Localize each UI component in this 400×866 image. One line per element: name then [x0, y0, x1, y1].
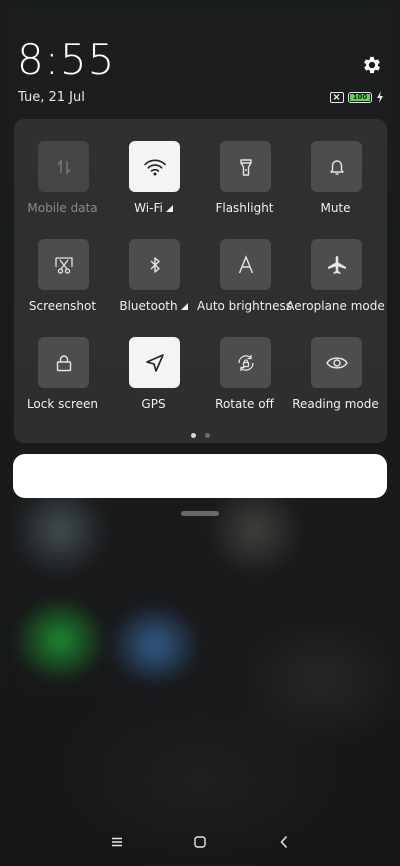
recents-button[interactable]: [105, 830, 129, 854]
tile-bluetooth: Bluetooth: [108, 217, 199, 313]
mute-label[interactable]: Mute: [284, 201, 387, 215]
aeroplane-mode-label[interactable]: Aeroplane mode: [284, 299, 387, 313]
tile-screenshot: Screenshot: [17, 217, 108, 313]
gps-label[interactable]: GPS: [102, 397, 205, 411]
bluetooth-icon: [144, 254, 166, 276]
wifi-label-text: Wi-Fi: [134, 201, 163, 215]
wifi-toggle[interactable]: [129, 141, 180, 192]
tile-aeroplane-mode: Aeroplane mode: [286, 217, 385, 313]
wifi-label[interactable]: Wi-Fi: [102, 201, 205, 215]
mobile-data-label[interactable]: Mobile data: [11, 201, 114, 215]
back-chevron-icon: [280, 835, 288, 849]
rotate-lock-icon: [235, 352, 257, 374]
charging-bolt-icon: [377, 91, 383, 103]
flashlight-icon: [235, 156, 257, 178]
auto-brightness-label-text: Auto brightness: [197, 299, 292, 313]
shade-drag-handle[interactable]: [181, 511, 219, 516]
battery-level: 100: [350, 93, 370, 101]
aeroplane-mode-toggle[interactable]: [311, 239, 362, 290]
quick-settings-panel: Mobile data Wi-Fi Flashlight Mute Screenshot…: [14, 119, 387, 443]
tile-lock-screen: Lock screen: [17, 315, 108, 411]
mobile-data-label-text: Mobile data: [27, 201, 98, 215]
page-dot[interactable]: [191, 433, 196, 438]
status-date: Tue, 21 Jul: [18, 90, 85, 105]
mobile-data-toggle[interactable]: [38, 141, 89, 192]
reading-mode-label-text: Reading mode: [292, 397, 379, 411]
bluetooth-label-text: Bluetooth: [119, 299, 178, 313]
rotate-off-label-text: Rotate off: [215, 397, 274, 411]
tile-gps: GPS: [108, 315, 199, 411]
screenshot-label[interactable]: Screenshot: [11, 299, 114, 313]
tile-reading-mode: Reading mode: [290, 315, 381, 411]
wifi-icon: [143, 157, 167, 177]
back-button[interactable]: [272, 830, 296, 854]
scissors-icon: [53, 254, 75, 276]
notification-card[interactable]: [13, 454, 387, 498]
gps-label-text: GPS: [141, 397, 166, 411]
tile-mute: Mute: [290, 119, 381, 215]
tile-flashlight: Flashlight: [199, 119, 290, 215]
auto-brightness-label[interactable]: Auto brightness: [193, 299, 296, 313]
screenshot-label-text: Screenshot: [28, 299, 97, 313]
auto-brightness-toggle[interactable]: [220, 239, 271, 290]
reading-mode-label[interactable]: Reading mode: [284, 397, 387, 411]
tile-wifi: Wi-Fi: [108, 119, 199, 215]
page-dot[interactable]: [205, 433, 210, 438]
page-indicator: [14, 433, 387, 438]
bluetooth-label[interactable]: Bluetooth: [102, 299, 205, 313]
flashlight-label[interactable]: Flashlight: [193, 201, 296, 215]
lock-screen-label-text: Lock screen: [26, 397, 99, 411]
location-arrow-icon: [144, 352, 166, 374]
expand-triangle-icon: [165, 205, 173, 212]
flashlight-label-text: Flashlight: [215, 201, 274, 215]
battery-indicator: 100: [348, 91, 372, 103]
home-button[interactable]: [188, 830, 212, 854]
bell-icon: [326, 156, 348, 178]
lock-screen-toggle[interactable]: [38, 337, 89, 388]
menu-icon: [112, 837, 122, 847]
home-square-icon: [194, 836, 206, 848]
rotate-off-toggle[interactable]: [220, 337, 271, 388]
tile-mobile-data: Mobile data: [17, 119, 108, 215]
tile-rotate-off: Rotate off: [199, 315, 290, 411]
mute-label-text: Mute: [320, 201, 351, 215]
aeroplane-mode-label-text: Aeroplane mode: [286, 299, 385, 313]
letter-a-icon: [235, 254, 257, 276]
navigation-bar: [0, 826, 400, 858]
tile-auto-brightness: Auto brightness: [197, 217, 292, 313]
gear-icon: [364, 56, 380, 74]
gps-toggle[interactable]: [129, 337, 180, 388]
airplane-icon: [326, 254, 348, 276]
rotate-off-label[interactable]: Rotate off: [193, 397, 296, 411]
settings-button[interactable]: [360, 53, 384, 77]
reading-mode-toggle[interactable]: [311, 337, 362, 388]
no-sim-icon: [330, 91, 344, 103]
bluetooth-toggle[interactable]: [129, 239, 180, 290]
screenshot-toggle[interactable]: [38, 239, 89, 290]
eye-icon: [325, 352, 349, 374]
expand-triangle-icon: [180, 303, 188, 310]
mute-toggle[interactable]: [311, 141, 362, 192]
lock-icon: [53, 352, 75, 374]
status-icons: 100: [330, 91, 384, 103]
lock-screen-label[interactable]: Lock screen: [11, 397, 114, 411]
status-clock: 8:55: [17, 35, 116, 84]
mobile-data-icon: [53, 156, 75, 178]
flashlight-toggle[interactable]: [220, 141, 271, 192]
